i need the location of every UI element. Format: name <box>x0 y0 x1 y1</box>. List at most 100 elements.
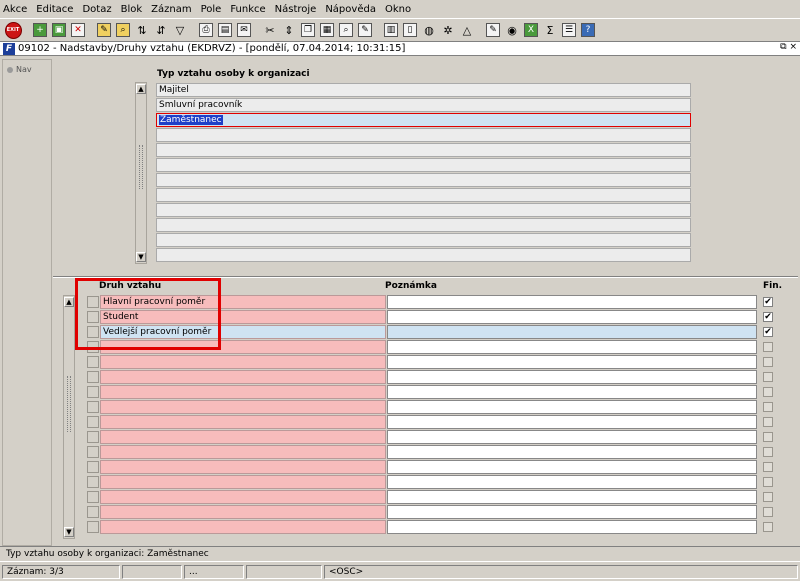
mail-button[interactable]: ✉ <box>235 21 253 39</box>
upper-row[interactable] <box>156 233 691 247</box>
fin-checkbox[interactable] <box>763 387 773 397</box>
menu-item[interactable]: Editace <box>36 4 73 15</box>
upper-row[interactable]: Smluvní pracovník <box>156 98 691 112</box>
druh-field[interactable] <box>100 415 386 429</box>
poznamka-field[interactable] <box>387 415 757 429</box>
poznamka-field[interactable] <box>387 520 757 534</box>
druh-field[interactable] <box>100 370 386 384</box>
close-button[interactable]: × <box>789 42 797 52</box>
row-selector[interactable] <box>87 461 99 473</box>
poznamka-field[interactable] <box>387 295 757 309</box>
row-selector[interactable] <box>87 401 99 413</box>
menu-item[interactable]: Pole <box>201 4 222 15</box>
upper-row[interactable] <box>156 188 691 202</box>
upper-row[interactable] <box>156 248 691 262</box>
poznamka-field[interactable] <box>387 430 757 444</box>
settings-button[interactable]: ✲ <box>439 21 457 39</box>
menu-item[interactable]: Funkce <box>230 4 265 15</box>
fin-checkbox[interactable] <box>763 342 773 352</box>
row-selector[interactable] <box>87 476 99 488</box>
menu-item[interactable]: Záznam <box>151 4 191 15</box>
row-selector[interactable] <box>87 356 99 368</box>
poznamka-field[interactable] <box>387 505 757 519</box>
printer-button[interactable]: ⎙ <box>197 21 215 39</box>
upper-row[interactable] <box>156 143 691 157</box>
restore-button[interactable]: ⧉ <box>780 42 786 52</box>
save-button[interactable]: + <box>31 21 49 39</box>
menu-item[interactable]: Nástroje <box>275 4 317 15</box>
poznamka-field[interactable] <box>387 460 757 474</box>
exit-button[interactable]: EXIT <box>3 21 23 39</box>
upper-row[interactable] <box>156 128 691 142</box>
attach-button[interactable]: ▤ <box>216 21 234 39</box>
poznamka-field[interactable] <box>387 325 757 339</box>
poznamka-field[interactable] <box>387 370 757 384</box>
fin-checkbox[interactable] <box>763 402 773 412</box>
scroll-down-icon[interactable]: ▼ <box>64 527 74 537</box>
row-selector[interactable] <box>87 371 99 383</box>
fin-checkbox[interactable] <box>763 492 773 502</box>
druh-field[interactable] <box>100 355 386 369</box>
list-button[interactable]: ☰ <box>560 21 578 39</box>
lower-scrollbar[interactable]: ▲ ▼ <box>63 295 75 539</box>
edit-button[interactable]: ✎ <box>356 21 374 39</box>
find-button[interactable]: ⌕ <box>337 21 355 39</box>
row-selector[interactable] <box>87 521 99 533</box>
fin-checkbox[interactable] <box>763 372 773 382</box>
calc-button[interactable]: ▥ <box>382 21 400 39</box>
poznamka-field[interactable] <box>387 355 757 369</box>
upper-row[interactable] <box>156 158 691 172</box>
disk-button[interactable]: ◉ <box>503 21 521 39</box>
poznamka-field[interactable] <box>387 385 757 399</box>
print-button[interactable]: ▣ <box>50 21 68 39</box>
warning-button[interactable]: △ <box>458 21 476 39</box>
menu-item[interactable]: Okno <box>385 4 411 15</box>
fin-checkbox[interactable]: ✔ <box>763 327 773 337</box>
fin-checkbox[interactable] <box>763 522 773 532</box>
upper-row[interactable] <box>156 173 691 187</box>
filter-button[interactable]: ✎ <box>95 21 113 39</box>
fin-checkbox[interactable] <box>763 357 773 367</box>
poznamka-field[interactable] <box>387 310 757 324</box>
poznamka-field[interactable] <box>387 400 757 414</box>
fin-checkbox[interactable] <box>763 507 773 517</box>
menu-item[interactable]: Nápověda <box>325 4 376 15</box>
funnel-button[interactable]: ▽ <box>171 21 189 39</box>
poznamka-field[interactable] <box>387 490 757 504</box>
row-selector[interactable] <box>87 386 99 398</box>
sort-desc-button[interactable]: ⇵ <box>152 21 170 39</box>
clear-button[interactable]: ✕ <box>69 21 87 39</box>
globe-button[interactable]: ◍ <box>420 21 438 39</box>
paste-button[interactable]: ⇕ <box>280 21 298 39</box>
upper-row[interactable] <box>156 218 691 232</box>
help-button[interactable]: ? <box>579 21 597 39</box>
fin-checkbox[interactable] <box>763 417 773 427</box>
druh-field[interactable] <box>100 520 386 534</box>
druh-field[interactable] <box>100 490 386 504</box>
druh-field[interactable] <box>100 430 386 444</box>
menu-item[interactable]: Akce <box>3 4 27 15</box>
fin-checkbox[interactable] <box>763 462 773 472</box>
row-selector[interactable] <box>87 506 99 518</box>
search-button[interactable]: ⌕ <box>114 21 132 39</box>
druh-field[interactable] <box>100 475 386 489</box>
fin-checkbox[interactable] <box>763 432 773 442</box>
row-selector[interactable] <box>87 416 99 428</box>
menu-item[interactable]: Dotaz <box>82 4 111 15</box>
doc-button[interactable]: ▯ <box>401 21 419 39</box>
poznamka-field[interactable] <box>387 475 757 489</box>
copy-button[interactable]: ❐ <box>299 21 317 39</box>
sort-asc-button[interactable]: ⇅ <box>133 21 151 39</box>
nav-button[interactable]: Nav <box>7 65 32 74</box>
druh-field[interactable] <box>100 505 386 519</box>
scroll-grip[interactable] <box>139 145 143 189</box>
poznamka-field[interactable] <box>387 340 757 354</box>
row-selector[interactable] <box>87 446 99 458</box>
fin-checkbox[interactable] <box>763 447 773 457</box>
fin-checkbox[interactable]: ✔ <box>763 297 773 307</box>
upper-scrollbar[interactable]: ▲ ▼ <box>135 82 147 264</box>
scroll-grip[interactable] <box>67 376 71 432</box>
scroll-down-icon[interactable]: ▼ <box>136 252 146 262</box>
note-button[interactable]: ✎ <box>484 21 502 39</box>
druh-field[interactable] <box>100 445 386 459</box>
